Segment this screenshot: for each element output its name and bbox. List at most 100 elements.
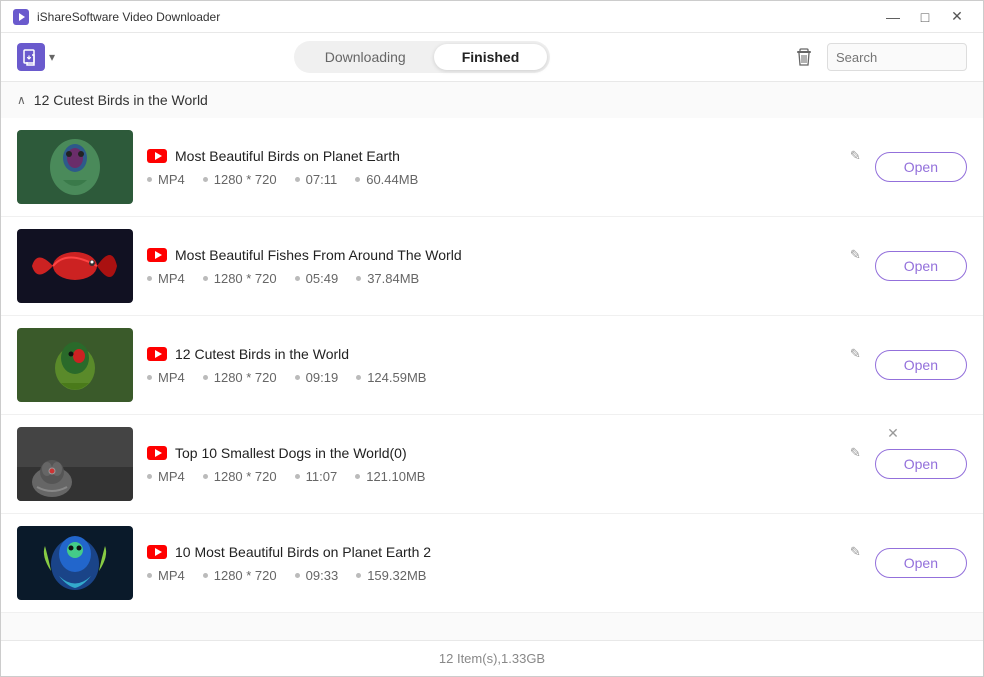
duration-value: 09:33	[306, 568, 339, 583]
size-value: 37.84MB	[367, 271, 419, 286]
youtube-icon	[147, 446, 167, 460]
duration-value: 09:19	[306, 370, 339, 385]
meta-dot	[356, 573, 361, 578]
size-value: 159.32MB	[367, 568, 426, 583]
resolution-value: 1280 * 720	[214, 172, 277, 187]
video-list: Most Beautiful Birds on Planet Earth ✎ M…	[1, 118, 983, 613]
meta-dot	[355, 474, 360, 479]
meta-size: 159.32MB	[356, 568, 426, 583]
format-value: MP4	[158, 568, 185, 583]
main-tabs: Downloading Finished	[294, 41, 551, 73]
edit-icon[interactable]: ✎	[850, 445, 861, 461]
video-title-row: 10 Most Beautiful Birds on Planet Earth …	[147, 544, 861, 560]
resolution-value: 1280 * 720	[214, 568, 277, 583]
thumbnail-1	[17, 130, 133, 204]
footer-summary: 12 Item(s),1.33GB	[439, 651, 545, 666]
duration-value: 05:49	[306, 271, 339, 286]
video-title: Top 10 Smallest Dogs in the World(0)	[175, 445, 842, 461]
resolution-value: 1280 * 720	[214, 370, 277, 385]
video-title: 10 Most Beautiful Birds on Planet Earth …	[175, 544, 842, 560]
video-item: Top 10 Smallest Dogs in the World(0) ✎ M…	[1, 415, 983, 514]
delete-button[interactable]	[789, 42, 819, 72]
collapse-icon: ∧	[17, 93, 26, 107]
app-icon	[13, 9, 29, 25]
item-close-button-4[interactable]: ✕	[883, 423, 903, 443]
meta-dot	[147, 276, 152, 281]
open-button-3[interactable]: Open	[875, 350, 967, 380]
meta-dot	[203, 474, 208, 479]
meta-duration: 07:11	[295, 172, 338, 187]
meta-size: 37.84MB	[356, 271, 419, 286]
open-button-2[interactable]: Open	[875, 251, 967, 281]
format-value: MP4	[158, 469, 185, 484]
video-item: 12 Cutest Birds in the World ✎ MP4 1280 …	[1, 316, 983, 415]
video-meta: MP4 1280 * 720 09:33 159.32MB	[147, 568, 861, 583]
minimize-button[interactable]: —	[879, 7, 907, 27]
meta-size: 124.59MB	[356, 370, 426, 385]
edit-icon[interactable]: ✎	[850, 544, 861, 560]
video-info: Most Beautiful Fishes From Around The Wo…	[147, 247, 861, 286]
title-bar-left: iShareSoftware Video Downloader	[13, 9, 220, 25]
size-value: 60.44MB	[366, 172, 418, 187]
close-button[interactable]: ✕	[943, 7, 971, 27]
footer: 12 Item(s),1.33GB	[1, 640, 983, 676]
video-title: Most Beautiful Birds on Planet Earth	[175, 148, 842, 164]
trash-icon	[794, 47, 814, 67]
tab-downloading[interactable]: Downloading	[297, 44, 434, 70]
edit-icon[interactable]: ✎	[850, 346, 861, 362]
duration-value: 11:07	[306, 469, 338, 484]
video-title-row: Most Beautiful Birds on Planet Earth ✎	[147, 148, 861, 164]
video-item: 10 Most Beautiful Birds on Planet Earth …	[1, 514, 983, 613]
resolution-value: 1280 * 720	[214, 271, 277, 286]
download-icon	[22, 48, 40, 66]
video-info: Top 10 Smallest Dogs in the World(0) ✎ M…	[147, 445, 861, 484]
meta-dot	[295, 375, 300, 380]
edit-icon[interactable]: ✎	[850, 247, 861, 263]
meta-resolution: 1280 * 720	[203, 568, 277, 583]
maximize-button[interactable]: □	[911, 7, 939, 27]
thumbnail-2	[17, 229, 133, 303]
add-download-button[interactable]: ▾	[17, 43, 55, 71]
thumbnail-4	[17, 427, 133, 501]
meta-dot	[295, 276, 300, 281]
resolution-value: 1280 * 720	[214, 469, 277, 484]
youtube-icon	[147, 347, 167, 361]
search-input[interactable]	[827, 43, 967, 71]
meta-size: 121.10MB	[355, 469, 425, 484]
content-area: ∧ 12 Cutest Birds in the World Most Beau…	[1, 82, 983, 640]
youtube-icon	[147, 248, 167, 262]
duration-value: 07:11	[306, 172, 338, 187]
window-controls: — □ ✕	[879, 7, 971, 27]
thumbnail-3	[17, 328, 133, 402]
meta-format: MP4	[147, 370, 185, 385]
video-info: Most Beautiful Birds on Planet Earth ✎ M…	[147, 148, 861, 187]
meta-dot	[147, 573, 152, 578]
meta-dot	[295, 474, 300, 479]
meta-duration: 11:07	[295, 469, 338, 484]
meta-dot	[355, 177, 360, 182]
video-item: Most Beautiful Birds on Planet Earth ✎ M…	[1, 118, 983, 217]
meta-size: 60.44MB	[355, 172, 418, 187]
group-header[interactable]: ∧ 12 Cutest Birds in the World	[1, 82, 983, 118]
video-title-row: Most Beautiful Fishes From Around The Wo…	[147, 247, 861, 263]
add-download-icon	[17, 43, 45, 71]
meta-dot	[147, 177, 152, 182]
tab-finished[interactable]: Finished	[434, 44, 548, 70]
meta-dot	[203, 375, 208, 380]
meta-dot	[203, 573, 208, 578]
edit-icon[interactable]: ✎	[850, 148, 861, 164]
meta-duration: 09:19	[295, 370, 339, 385]
toolbar: ▾ Downloading Finished	[1, 33, 983, 82]
title-bar: iShareSoftware Video Downloader — □ ✕	[1, 1, 983, 33]
open-button-1[interactable]: Open	[875, 152, 967, 182]
youtube-icon	[147, 149, 167, 163]
open-button-5[interactable]: Open	[875, 548, 967, 578]
format-value: MP4	[158, 370, 185, 385]
tabs-wrapper: Downloading Finished	[71, 41, 773, 73]
video-meta: MP4 1280 * 720 07:11 60.44MB	[147, 172, 861, 187]
video-title-row: 12 Cutest Birds in the World ✎	[147, 346, 861, 362]
video-info: 10 Most Beautiful Birds on Planet Earth …	[147, 544, 861, 583]
format-value: MP4	[158, 172, 185, 187]
video-title: 12 Cutest Birds in the World	[175, 346, 842, 362]
open-button-4[interactable]: Open	[875, 449, 967, 479]
